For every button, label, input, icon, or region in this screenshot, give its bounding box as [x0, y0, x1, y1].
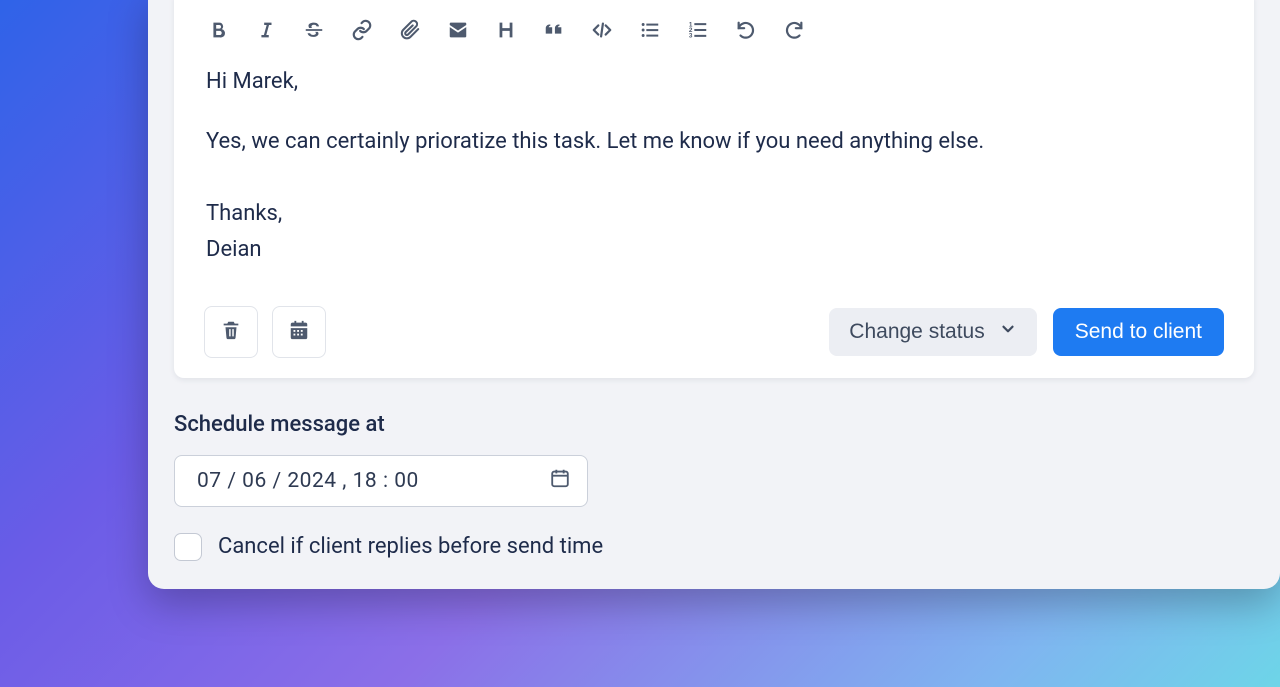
calendar-grid-icon: [288, 319, 310, 344]
message-body[interactable]: Hi Marek, Yes, we can certainly priorati…: [204, 64, 1224, 300]
schedule-button[interactable]: [272, 306, 326, 358]
send-button[interactable]: Send to client: [1053, 308, 1224, 356]
cancel-option-row: Cancel if client replies before send tim…: [174, 533, 1254, 561]
action-row: Change status Send to client: [204, 300, 1224, 358]
message-closing: Thanks,: [206, 198, 1222, 230]
trash-icon: [220, 319, 242, 344]
message-text: Yes, we can certainly prioratize this ta…: [206, 126, 1222, 158]
code-icon[interactable]: [590, 18, 614, 42]
compose-panel: 123 Hi Marek, Yes, we can certainly prio…: [148, 0, 1280, 589]
message-greeting: Hi Marek,: [206, 66, 1222, 98]
schedule-label: Schedule message at: [174, 412, 1254, 437]
chevron-down-icon: [999, 320, 1017, 344]
schedule-datetime-input[interactable]: 07 / 06 / 2024 , 18 : 00: [174, 455, 588, 507]
cancel-checkbox-label: Cancel if client replies before send tim…: [218, 534, 603, 559]
send-button-label: Send to client: [1075, 320, 1202, 343]
undo-icon[interactable]: [734, 18, 758, 42]
editor-toolbar: 123: [204, 14, 1224, 64]
numbered-list-icon[interactable]: 123: [686, 18, 710, 42]
message-signature: Deian: [206, 234, 1222, 266]
schedule-datetime-value: 07 / 06 / 2024 , 18 : 00: [197, 469, 549, 493]
delete-button[interactable]: [204, 306, 258, 358]
change-status-label: Change status: [849, 320, 984, 344]
quote-icon[interactable]: [542, 18, 566, 42]
editor-card: 123 Hi Marek, Yes, we can certainly prio…: [174, 0, 1254, 378]
strikethrough-icon[interactable]: [302, 18, 326, 42]
svg-text:3: 3: [689, 32, 693, 39]
link-icon[interactable]: [350, 18, 374, 42]
bold-icon[interactable]: [206, 18, 230, 42]
bullet-list-icon[interactable]: [638, 18, 662, 42]
redo-icon[interactable]: [782, 18, 806, 42]
schedule-section: Schedule message at 07 / 06 / 2024 , 18 …: [148, 378, 1280, 561]
attachment-icon[interactable]: [398, 18, 422, 42]
heading-icon[interactable]: [494, 18, 518, 42]
envelope-icon[interactable]: [446, 18, 470, 42]
italic-icon[interactable]: [254, 18, 278, 42]
cancel-checkbox[interactable]: [174, 533, 202, 561]
change-status-button[interactable]: Change status: [829, 308, 1036, 356]
calendar-icon: [549, 467, 571, 495]
